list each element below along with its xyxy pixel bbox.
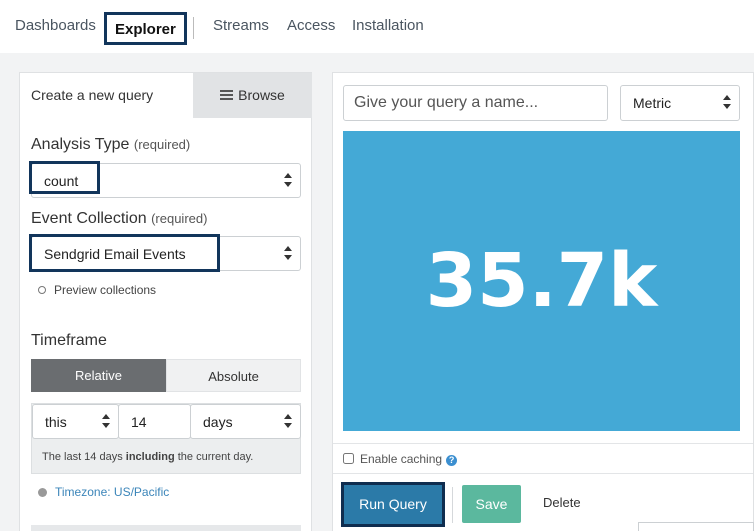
event-collection-highlight	[29, 234, 220, 272]
button-separator	[452, 487, 453, 523]
bottom-input-box[interactable]	[638, 522, 754, 531]
amount-input[interactable]: 14	[118, 404, 191, 439]
viz-type-select[interactable]: Metric	[620, 85, 740, 121]
nav-installation[interactable]: Installation	[352, 17, 424, 34]
tab-browse-label: Browse	[238, 87, 285, 103]
select-arrows-icon	[284, 246, 292, 262]
help-icon[interactable]: ?	[446, 455, 458, 466]
relative-timeframe-box: this 14 days The last 14 days including …	[31, 403, 301, 474]
tab-relative[interactable]: Relative	[31, 359, 166, 392]
preview-collections-link[interactable]: Preview collections	[38, 283, 156, 297]
timeframe-label: Timeframe	[31, 332, 107, 349]
select-arrows-icon	[284, 414, 292, 430]
timeframe-toggle: Relative Absolute	[31, 359, 301, 392]
enable-caching[interactable]: Enable caching?	[343, 452, 458, 466]
select-arrows-icon	[723, 95, 731, 111]
select-arrows-icon	[284, 173, 292, 189]
tab-browse[interactable]: Browse	[193, 73, 312, 118]
globe-icon	[38, 488, 47, 498]
list-icon	[220, 90, 234, 101]
nav-streams[interactable]: Streams	[213, 17, 269, 34]
divider	[333, 443, 753, 444]
delete-button[interactable]: Delete	[543, 495, 581, 510]
metric-visualization: 35.7k	[343, 131, 740, 431]
result-panel: Metric 35.7k Enable caching? Run Query S…	[332, 72, 754, 531]
unit-select[interactable]: days	[190, 404, 301, 439]
nav-divider	[193, 17, 194, 39]
tab-create-query[interactable]: Create a new query	[20, 73, 193, 118]
tab-absolute[interactable]: Absolute	[166, 359, 301, 392]
viz-type-value: Metric	[633, 95, 672, 111]
divider	[333, 473, 753, 474]
relativity-select[interactable]: this	[32, 404, 119, 439]
nav-access[interactable]: Access	[287, 17, 335, 34]
query-name-input[interactable]	[343, 85, 608, 121]
analysis-type-highlight	[29, 161, 100, 194]
timeframe-note: The last 14 days including the current d…	[42, 451, 254, 463]
analysis-type-label: Analysis Type (required)	[31, 136, 191, 153]
select-arrows-icon	[102, 414, 110, 430]
save-button[interactable]: Save	[462, 485, 521, 523]
nav-dashboards[interactable]: Dashboards	[15, 17, 96, 34]
nav-explorer[interactable]: Explorer	[104, 12, 187, 45]
top-nav: Dashboards Explorer Streams Access Insta…	[0, 0, 754, 53]
timezone-link[interactable]: Timezone: US/Pacific	[38, 485, 169, 499]
next-section-strip	[31, 525, 301, 531]
query-builder-panel: Create a new query Browse Analysis Type …	[19, 72, 312, 531]
enable-caching-checkbox[interactable]	[343, 453, 354, 464]
run-query-button[interactable]: Run Query	[344, 485, 442, 524]
search-icon	[38, 286, 46, 294]
event-collection-label: Event Collection (required)	[31, 210, 208, 227]
